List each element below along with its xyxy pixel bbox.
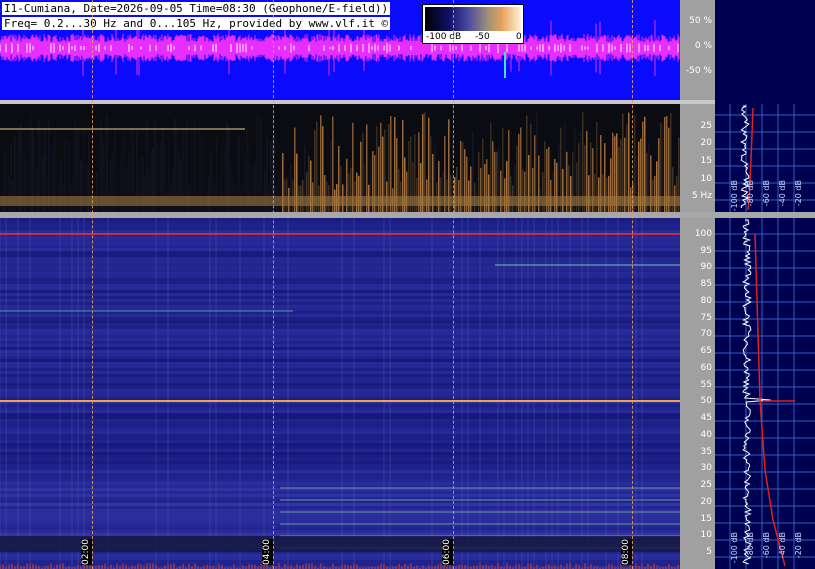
low-tick-25: 25 bbox=[700, 121, 712, 131]
colorbar-label-mid: -50 bbox=[475, 32, 490, 42]
high-tick-85: 85 bbox=[700, 279, 712, 290]
high-tick-70: 70 bbox=[700, 329, 712, 340]
low-tick-5: 5 Hz bbox=[691, 191, 712, 201]
average-spectrum-plot bbox=[715, 104, 815, 569]
frequency-info: Freq= 0.2...30 Hz and 0...105 Hz, provid… bbox=[2, 17, 391, 30]
time-marker-0800: 08:00 bbox=[621, 539, 632, 565]
time-gridline-0600 bbox=[453, 0, 454, 569]
high-frequency-spectrogram: 02:00 04:00 06:00 08:00 bbox=[0, 218, 680, 569]
waveform-tick-50: 50 % bbox=[689, 16, 712, 26]
high-tick-25: 25 bbox=[700, 480, 712, 491]
low-spectrogram-image bbox=[0, 112, 680, 212]
low-tick-15: 15 bbox=[700, 156, 712, 166]
colorbar-label-max: 0 bbox=[516, 32, 522, 42]
low-tick-20: 20 bbox=[700, 138, 712, 148]
high-tick-65: 65 bbox=[700, 346, 712, 357]
time-gridline-0800 bbox=[632, 0, 633, 569]
high-tick-45: 45 bbox=[700, 413, 712, 424]
high-tick-55: 55 bbox=[700, 379, 712, 390]
low-frequency-spectrogram bbox=[0, 104, 680, 212]
low-scale-label-40: -40 dB bbox=[778, 180, 787, 207]
high-tick-30: 30 bbox=[700, 463, 712, 474]
low-scale-label-20: -20 dB bbox=[794, 180, 803, 207]
high-tick-80: 80 bbox=[700, 295, 712, 306]
colorbar-legend: -100 dB -50 0 bbox=[422, 4, 524, 44]
time-marker-0400: 04:00 bbox=[262, 539, 273, 565]
low-scale-label-80: -80 dB bbox=[746, 180, 755, 207]
low-scale-label-100: -100 dB bbox=[730, 180, 739, 212]
time-marker-0200: 02:00 bbox=[81, 539, 92, 565]
high-tick-100: 100 bbox=[694, 229, 712, 239]
high-tick-90: 90 bbox=[700, 262, 712, 273]
time-marker-0600: 06:00 bbox=[442, 539, 453, 565]
high-scale-label-20: -20 dB bbox=[794, 532, 803, 559]
spectrum-side-panel: -100 dB -80 dB -60 dB -40 dB -20 dB -100… bbox=[715, 0, 815, 569]
high-frequency-axis: 100 95 90 85 80 75 70 65 60 55 50 45 40 35 30 25 20 15 10 5 bbox=[680, 218, 715, 569]
station-title: I1-Cumiana, Date=2026-09-05 Time=08:30 (… bbox=[2, 2, 391, 15]
high-spectrogram-image bbox=[0, 218, 680, 569]
high-tick-40: 40 bbox=[700, 429, 712, 440]
high-tick-20: 20 bbox=[700, 496, 712, 507]
high-tick-15: 15 bbox=[700, 513, 712, 524]
high-scale-label-100: -100 dB bbox=[730, 532, 739, 564]
high-tick-35: 35 bbox=[700, 446, 712, 457]
high-tick-10: 10 bbox=[700, 530, 712, 541]
high-tick-5: 5 bbox=[706, 547, 712, 557]
waveform-axis: 50 % 0 % -50 % bbox=[680, 0, 715, 100]
waveform-tick-0: 0 % bbox=[694, 41, 712, 51]
low-tick-10: 10 bbox=[700, 174, 712, 184]
high-tick-75: 75 bbox=[700, 312, 712, 323]
time-gridline-0400 bbox=[273, 0, 274, 569]
high-scale-label-80: -80 dB bbox=[746, 532, 755, 559]
high-tick-50: 50 bbox=[700, 396, 712, 407]
colorbar-gradient bbox=[425, 7, 521, 31]
waveform-trace bbox=[0, 20, 680, 78]
high-tick-95: 95 bbox=[700, 245, 712, 256]
waveform-panel bbox=[0, 0, 680, 100]
time-gridline-0200 bbox=[92, 0, 93, 569]
high-scale-label-60: -60 dB bbox=[762, 532, 771, 559]
high-tick-60: 60 bbox=[700, 362, 712, 373]
high-scale-label-40: -40 dB bbox=[778, 532, 787, 559]
colorbar-label-min: -100 dB bbox=[426, 32, 462, 42]
low-frequency-axis: 25 20 15 10 5 Hz bbox=[680, 104, 715, 212]
waveform-tick-minus50: -50 % bbox=[685, 66, 712, 76]
low-scale-label-60: -60 dB bbox=[762, 180, 771, 207]
